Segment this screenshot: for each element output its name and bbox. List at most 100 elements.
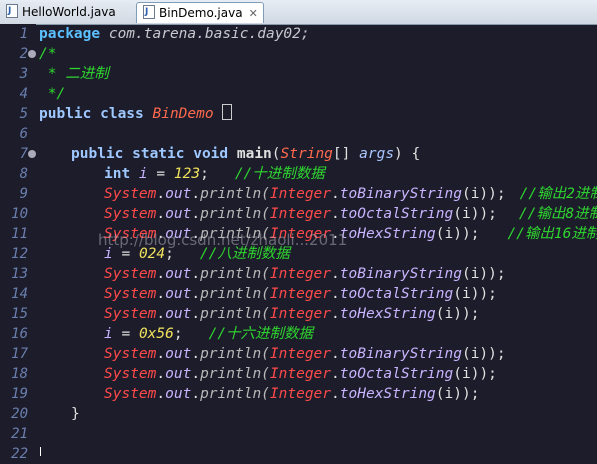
comment: //输出16进制 [507,226,597,242]
method-call: println( [200,286,270,302]
method-call: toBinaryString [339,186,462,202]
code-line-3: * 二进制 [39,64,109,84]
class-ref: Integer [269,366,332,382]
field: out [165,386,192,402]
args: (i)); [435,386,480,402]
line-number: 19 [11,386,28,402]
dot: . [191,386,201,402]
class-ref: Integer [269,386,332,402]
variable: i [130,166,157,182]
line-number: 21 [11,426,28,442]
class-ref: Integer [269,266,332,282]
fold-toggle-icon[interactable] [28,50,36,58]
code-line-1: package com.tarena.basic.day02; [39,24,310,44]
dot: . [331,386,340,402]
line-number: 20 [11,406,28,422]
dot: . [331,346,340,362]
keyword: public class [39,106,144,122]
paren: ( [271,146,281,162]
code-editor[interactable]: 1 2 3 4 5 6 7 8 9 10 11 12 13 14 15 16 17 18 19 20 21 22 pack… [0,24,597,462]
class-ref: Integer [269,206,332,222]
fold-toggle-icon[interactable] [28,150,36,158]
class-ref: Integer [269,306,332,322]
method-call: toBinaryString [339,266,462,282]
args: (i)); [461,266,506,282]
line-number: 12 [11,246,28,262]
editor-tab-bar: HelloWorld.java BinDemo.java ✕ [0,0,597,25]
variable: i [104,326,122,342]
tab-helloworld[interactable]: HelloWorld.java [0,1,132,23]
field: out [165,266,192,282]
method-call: toOctalString [339,286,454,302]
field: out [165,366,192,382]
class-ref: System [104,266,157,282]
closing-brace: } [71,406,80,422]
method-call: toOctalString [339,366,454,382]
dot: . [156,386,166,402]
dot: . [191,306,201,322]
field: out [165,306,192,322]
code-line-9: System.out.println(Integer.toBinaryStrin… [104,184,597,204]
operator: = [156,166,174,182]
comment: /* [39,46,57,62]
dot: . [156,186,166,202]
class-name: BinDemo [143,106,223,122]
operator: = [121,326,139,342]
code-line-18: System.out.println(Integer.toOctalString… [104,364,497,384]
method-call: println( [200,346,270,362]
parameter: args [359,146,395,162]
tab-label: HelloWorld.java [22,5,116,19]
line-number: 7 [19,146,28,162]
line-number: 3 [19,66,28,82]
keyword: package [39,26,101,42]
code-line-5: public class BinDemo [39,104,233,124]
method-call: println( [200,186,270,202]
field: out [165,346,192,362]
method-call: println( [200,386,270,402]
method-call: println( [200,306,270,322]
class-ref: System [104,346,157,362]
method-call: println( [200,366,270,382]
comment: //输出2进制 [519,186,597,202]
dot: . [331,306,340,322]
line-number: 5 [19,106,28,122]
method-name: main [228,146,272,162]
field: out [165,186,192,202]
args: (i)); [453,286,497,302]
line-number: 8 [19,166,28,182]
number: 123 [173,166,201,182]
args: (i)); [435,306,480,322]
method-call: toHexString [339,306,436,322]
comment: //输出8进制 [518,206,597,222]
comment: //十六进制数据 [208,326,314,342]
number: 0x56 [138,326,174,342]
class-ref: System [104,206,157,222]
line-number: 13 [11,266,28,282]
keyword: public static void [71,146,229,162]
dot: . [191,286,201,302]
args: (i)); [461,186,506,202]
line-number: 10 [11,206,28,222]
close-icon[interactable]: ✕ [249,7,258,20]
tab-label: BinDemo.java [159,6,243,20]
type: String [280,146,333,162]
code-line-15: System.out.println(Integer.toHexString(i… [104,304,479,324]
code-line-7: public static void main(String[] args) { [71,144,420,164]
comment: * 二进制 [39,66,109,82]
line-number: 18 [11,366,28,382]
method-call: println( [200,206,270,222]
class-ref: System [104,306,157,322]
args: (i)); [435,226,480,242]
code-line-8: int i = 123; //十进制数据 [104,164,325,184]
java-file-icon [6,1,18,22]
method-call: toHexString [339,386,436,402]
package-name: com.tarena.basic.day02; [100,26,310,42]
dot: . [156,286,166,302]
dot: . [156,206,166,222]
line-number: 22 [11,446,28,462]
array-brackets: [] [332,146,360,162]
class-ref: Integer [269,346,332,362]
tab-bindemo[interactable]: BinDemo.java ✕ [136,2,264,23]
paren: ) { [394,146,421,162]
class-ref: Integer [269,186,332,202]
